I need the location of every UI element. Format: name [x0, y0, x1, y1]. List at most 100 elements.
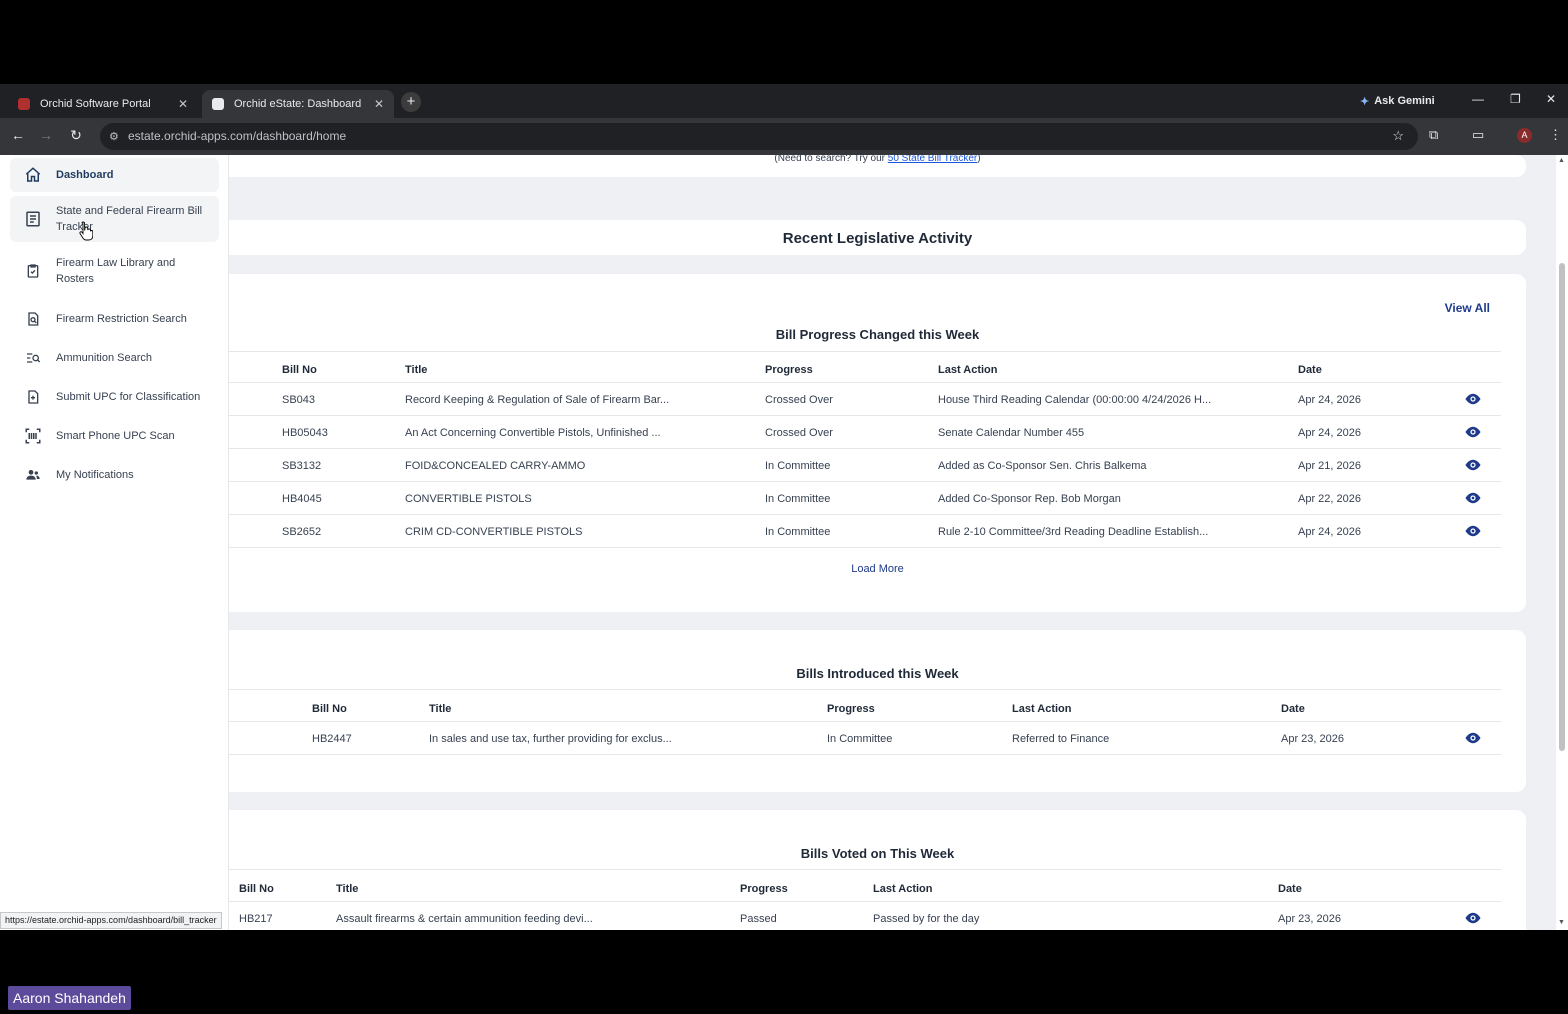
tab-estate-dashboard[interactable]: Orchid eState: Dashboard ✕ — [202, 90, 394, 118]
sidebar-item-ammunition-search[interactable]: Ammunition Search — [10, 345, 219, 371]
cast-icon[interactable]: ▭ — [1472, 127, 1484, 143]
sidebar-item-label: Firearm Law Library and Rosters — [56, 257, 176, 285]
bill-number: HB2447 — [312, 733, 352, 745]
column-header: Last Action — [938, 364, 998, 376]
bill-number: SB043 — [282, 394, 316, 406]
bill-date: Apr 24, 2026 — [1298, 394, 1361, 406]
close-icon[interactable]: ✕ — [374, 97, 384, 111]
barcode-scan-icon — [22, 425, 44, 447]
sidebar-item-dashboard[interactable]: Dashboard — [10, 158, 219, 192]
column-header: Title — [405, 364, 428, 376]
column-header: Progress — [827, 703, 875, 715]
bill-last-action: Added as Co-Sponsor Sen. Chris Balkema — [938, 460, 1147, 472]
view-eye-icon[interactable] — [1464, 393, 1482, 405]
bill-title: FOID&CONCEALED CARRY-AMMO — [405, 460, 586, 472]
bill-progress-card: View All Bill Progress Changed this Week… — [229, 274, 1526, 612]
file-plus-icon — [22, 386, 44, 408]
url-text: estate.orchid-apps.com/dashboard/home — [128, 129, 347, 143]
sidebar-item-label: Smart Phone UPC Scan — [56, 430, 175, 442]
page-scrollbar[interactable]: ▲ ▼ — [1556, 155, 1568, 930]
minimize-icon[interactable]: — — [1472, 92, 1484, 106]
search-list-icon — [22, 347, 44, 369]
profile-avatar[interactable]: A — [1517, 128, 1532, 143]
file-search-icon — [22, 308, 44, 330]
view-eye-icon[interactable] — [1464, 732, 1482, 744]
bill-progress: In Committee — [827, 733, 893, 745]
screen: Orchid Software Portal ✕ Orchid eState: … — [0, 0, 1568, 1014]
bill-number: SB2652 — [282, 526, 322, 538]
row-divider — [229, 754, 1501, 755]
sidebar-item-restriction-search[interactable]: Firearm Restriction Search — [10, 306, 219, 332]
bill-last-action: Rule 2-10 Committee/3rd Reading Deadline… — [938, 526, 1209, 538]
browser-tab-bar: Orchid Software Portal ✕ Orchid eState: … — [0, 84, 1568, 118]
view-all-link[interactable]: View All — [1445, 301, 1490, 315]
document-list-icon — [22, 208, 44, 230]
scroll-up-arrow-icon[interactable]: ▲ — [1558, 157, 1565, 164]
bill-date: Apr 21, 2026 — [1298, 460, 1361, 472]
view-eye-icon[interactable] — [1464, 426, 1482, 438]
search-hint: (Need to search? Try our 50 State Bill T… — [229, 155, 1526, 164]
bill-number: HB05043 — [282, 427, 328, 439]
bills-voted-card: Bills Voted on This Week Bill No Title P… — [229, 810, 1526, 930]
gemini-sparkle-icon: ✦ — [1360, 95, 1370, 108]
page-viewport: Dashboard State and Federal Firearm Bill… — [0, 155, 1568, 930]
bill-title: An Act Concerning Convertible Pistols, U… — [405, 427, 661, 439]
bill-date: Apr 23, 2026 — [1281, 733, 1344, 745]
bill-date: Apr 22, 2026 — [1298, 493, 1361, 505]
bill-progress: Crossed Over — [765, 427, 833, 439]
ask-gemini-button[interactable]: ✦ Ask Gemini — [1360, 92, 1435, 110]
forward-arrow-icon[interactable]: → — [37, 127, 55, 143]
bill-last-action: House Third Reading Calendar (00:00:00 4… — [938, 394, 1212, 406]
restore-icon[interactable]: ❐ — [1510, 92, 1521, 106]
scroll-down-arrow-icon[interactable]: ▼ — [1558, 919, 1565, 926]
presenter-name-label: Aaron Shahandeh — [8, 986, 131, 1010]
tab-orchid-portal[interactable]: Orchid Software Portal ✕ — [8, 90, 198, 118]
row-divider — [229, 514, 1501, 515]
column-header: Date — [1281, 703, 1305, 715]
hand-cursor-icon — [79, 221, 93, 241]
bill-last-action: Added Co-Sponsor Rep. Bob Morgan — [938, 493, 1121, 505]
divider — [229, 382, 1501, 383]
load-more-button[interactable]: Load More — [229, 563, 1526, 575]
bill-number: SB3132 — [282, 460, 322, 472]
sidebar-item-label: My Notifications — [56, 469, 134, 481]
bill-title: CRIM CD-CONVERTIBLE PISTOLS — [405, 526, 583, 538]
view-eye-icon[interactable] — [1464, 912, 1482, 924]
sidebar-item-upc-scan[interactable]: Smart Phone UPC Scan — [10, 423, 219, 449]
bill-last-action: Passed by for the day — [873, 913, 980, 925]
search-hint-suffix: ) — [977, 155, 981, 164]
bookmark-star-icon[interactable]: ☆ — [1392, 128, 1404, 144]
address-bar[interactable]: ⚙ estate.orchid-apps.com/dashboard/home … — [100, 123, 1418, 150]
table-title: Bills Voted on This Week — [800, 846, 955, 861]
scrollbar-thumb[interactable] — [1559, 263, 1565, 751]
bills-introduced-card: Bills Introduced this Week Bill No Title… — [229, 630, 1526, 792]
bill-progress: In Committee — [765, 526, 831, 538]
column-header: Title — [429, 703, 452, 715]
close-icon[interactable]: ✕ — [178, 97, 188, 111]
bill-date: Apr 23, 2026 — [1278, 913, 1341, 925]
back-arrow-icon[interactable]: ← — [9, 127, 27, 143]
view-eye-icon[interactable] — [1464, 525, 1482, 537]
sidebar-item-notifications[interactable]: My Notifications — [10, 462, 219, 488]
sidebar-item-bill-tracker[interactable]: State and Federal Firearm Bill Tracker — [10, 196, 219, 242]
bill-progress: In Committee — [765, 493, 831, 505]
menu-dots-icon[interactable]: ⋮ — [1549, 127, 1562, 143]
bill-tracker-link[interactable]: 50 State Bill Tracker — [888, 155, 977, 164]
new-tab-button[interactable]: + — [401, 92, 421, 112]
site-info-icon[interactable]: ⚙ — [109, 130, 119, 143]
bill-last-action: Senate Calendar Number 455 — [938, 427, 1085, 439]
reload-icon[interactable]: ↻ — [67, 127, 85, 144]
table-title: Bill Progress Changed this Week — [775, 327, 980, 342]
bill-last-action: Referred to Finance — [1012, 733, 1110, 745]
sidebar-item-label: Submit UPC for Classification — [56, 391, 201, 403]
extensions-icon[interactable]: ⧉ — [1429, 127, 1438, 143]
status-bar-url: https://estate.orchid-apps.com/dashboard… — [0, 912, 222, 929]
sidebar-item-law-library[interactable]: Firearm Law Library and Rosters — [10, 250, 219, 292]
view-eye-icon[interactable] — [1464, 492, 1482, 504]
row-divider — [229, 415, 1501, 416]
view-eye-icon[interactable] — [1464, 459, 1482, 471]
column-header: Date — [1298, 364, 1322, 376]
sidebar-item-submit-upc[interactable]: Submit UPC for Classification — [10, 384, 219, 410]
window-close-icon[interactable]: ✕ — [1546, 92, 1556, 106]
orchid-favicon-icon — [18, 98, 30, 110]
